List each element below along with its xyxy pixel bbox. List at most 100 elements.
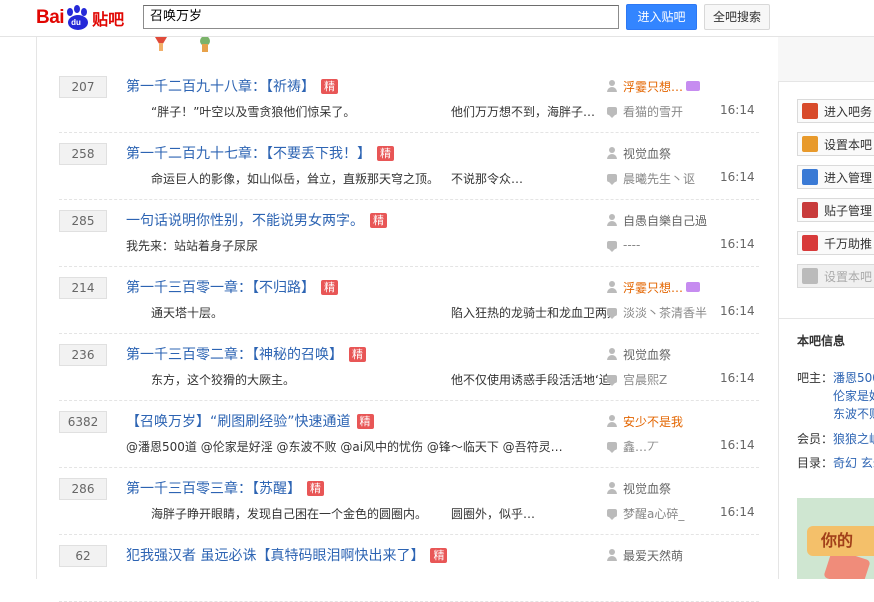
abstract-text-2: 陷入狂热的龙骑士和龙血卫两大军团，以及一众支持… — [451, 306, 611, 320]
thread-title-link[interactable]: 一句话说明你性别，不能说男女两字。 — [126, 210, 364, 230]
thread-abstract: 命运巨人的影像，如山似岳，耸立，直叛那天穹之顶。 不说那令众… — [151, 170, 611, 188]
thread-title-wrap: 【召唤万岁】“刷图刷经验”快速通道精 — [126, 411, 374, 431]
last-replier-link[interactable]: ---- — [623, 238, 640, 252]
thread-abstract — [126, 572, 586, 590]
thread-abstract: 东方，这个狡猾的大厥主。 他不仅使用诱惑手段活活地‘迫死’誓… — [151, 371, 611, 389]
reply-count-badge: 286 — [59, 478, 107, 500]
thread-title-link[interactable]: 第一千三百零一章：【不归路】 — [126, 277, 315, 297]
user-icon — [607, 281, 617, 293]
owner-row: 吧主：潘恩500 — [797, 369, 874, 386]
user-icon — [607, 147, 617, 159]
thread-title-wrap: 第一千三百零三章：【苏醒】精 — [126, 478, 324, 498]
directory-link[interactable]: 奇幻 玄幻 — [833, 456, 874, 470]
owner-link[interactable]: 伦家是好 — [833, 389, 874, 403]
abstract-text-2: 他们万万想不到，海胖子… — [451, 105, 596, 119]
sidebar-button[interactable]: 贴子管理 — [797, 198, 874, 222]
thread-title-link[interactable]: 第一千二百九十七章：【不要丢下我！】 — [126, 143, 371, 163]
search-all-button[interactable]: 全吧搜索 — [704, 4, 770, 30]
abstract-text: 通天塔十层。 — [151, 306, 224, 320]
decoration-icon — [155, 37, 210, 52]
author-link[interactable]: 浮霎只想… — [623, 279, 683, 296]
last-replier-link[interactable]: 晨曦先生丶讴 — [623, 170, 695, 187]
last-reply-time: 16:14 — [720, 304, 755, 318]
author-link[interactable]: 视觉血祭 — [623, 480, 671, 497]
reply-icon — [607, 107, 617, 118]
abstract-text-2: 圆圈外，似乎… — [451, 507, 536, 521]
thread-row[interactable]: 207 第一千二百九十八章：【祈祷】精 “胖子！”叶空以及雪贪狼他们惊呆了。 他们万万… — [59, 66, 759, 133]
manage-icon — [802, 169, 818, 185]
sidebar-top-panel — [778, 37, 874, 82]
owner-link[interactable]: 潘恩500 — [833, 371, 874, 385]
abstract-text-2: 他不仅使用诱惑手段活活地‘迫死’誓… — [451, 373, 611, 387]
last-reply: 宫晨熙Z — [607, 370, 667, 388]
thread-row[interactable]: 286 第一千三百零三章：【苏醒】精海胖子睁开眼睛，发现自己困在一个金色的圆圈内。… — [59, 468, 759, 535]
thread-row[interactable]: 214 第一千三百零一章：【不归路】精通天塔十层。 陷入狂热的龙骑士和龙血卫两大军团… — [59, 267, 759, 334]
last-replier-link[interactable]: 梦醒a心碎_ — [623, 505, 684, 522]
sidebar-button[interactable]: 设置本吧 — [797, 132, 874, 156]
thread-author: 自愚自樂自己過 — [607, 211, 707, 229]
featured-badge: 精 — [307, 480, 324, 496]
owner-link[interactable]: 东波不败 — [833, 407, 874, 421]
last-replier-link[interactable]: 看猫的雪开 — [623, 103, 683, 120]
user-icon — [607, 415, 617, 427]
thread-row[interactable]: 258 第一千二百九十七章：【不要丢下我！】精命运巨人的影像，如山似岳，耸立，直叛… — [59, 133, 759, 200]
featured-badge: 精 — [356, 413, 374, 429]
last-replier-link[interactable]: 淡淡丶茶清香半 — [623, 304, 707, 321]
last-reply: 看猫的雪开 — [607, 102, 683, 120]
thread-title-link[interactable]: 第一千三百零三章：【苏醒】 — [126, 478, 301, 498]
user-icon — [607, 348, 617, 360]
last-replier-link[interactable]: 鑫…丆 — [623, 438, 659, 455]
thread-row[interactable]: 285 一句话说明你性别，不能说男女两字。精我先来：站站着身子尿尿 自愚自樂自己過 -… — [59, 200, 759, 267]
reply-count-badge: 207 — [59, 76, 107, 98]
last-reply: 淡淡丶茶清香半 — [607, 303, 707, 321]
member-row: 会员：狼狼之崛 — [797, 430, 874, 447]
abstract-text: @潘恩500道 @伦家是好淫 @东波不败 @ai风中的忧伤 @锋～临天下 @吾符… — [126, 440, 563, 454]
enter-tieba-button[interactable]: 进入贴吧 — [626, 4, 697, 30]
thread-title-link[interactable]: 第一千三百零二章：【神秘的召唤】 — [126, 344, 343, 364]
promo-banner[interactable]: 你的 — [797, 498, 874, 579]
last-reply: 鑫…丆 — [607, 437, 659, 455]
search-input[interactable]: 召唤万岁 — [143, 5, 619, 29]
thread-author: 最爱天然萌 — [607, 546, 683, 564]
sidebar-button[interactable]: 千万助推 — [797, 231, 874, 255]
sidebar-button-label: 进入管理 — [824, 170, 873, 185]
last-reply: 梦醒a心碎_ — [607, 504, 684, 522]
directory-row: 目录：奇幻 玄幻 — [797, 454, 874, 471]
last-replier-link[interactable]: 宫晨熙Z — [623, 371, 667, 388]
author-link[interactable]: 浮霎只想… — [623, 78, 683, 95]
member-link[interactable]: 狼狼之崛 — [833, 432, 874, 446]
last-reply-time: 16:14 — [720, 237, 755, 251]
abstract-text: 海胖子睁开眼睛，发现自己困在一个金色的圆圈内。 — [151, 507, 428, 521]
thread-row[interactable]: 236 第一千三百零二章：【神秘的召唤】精东方，这个狡猾的大厥主。 他不仅使用诱惑手… — [59, 334, 759, 401]
enter-admin-icon — [802, 103, 818, 119]
author-link[interactable]: 视觉血祭 — [623, 145, 671, 162]
abstract-text: “胖子！”叶空以及雪贪狼他们惊呆了。 — [151, 105, 356, 119]
thread-author: 视觉血祭 — [607, 144, 671, 162]
sidebar-button[interactable]: 进入吧务 — [797, 99, 874, 123]
thread-title-link[interactable]: 犯我强汉者 虽远必诛【真特码眼泪啊快出来了】 — [126, 545, 424, 565]
thread-title-link[interactable]: 【召唤万岁】“刷图刷经验”快速通道 — [126, 411, 351, 431]
featured-badge: 精 — [321, 78, 338, 94]
sidebar-button[interactable]: 设置本吧 — [797, 264, 874, 288]
abstract-text: 我先来：站站着身子尿尿 — [126, 239, 259, 253]
baidu-tieba-logo[interactable]: Bai du 贴吧 — [36, 2, 124, 34]
reply-icon — [607, 174, 617, 185]
sidebar-button[interactable]: 进入管理 — [797, 165, 874, 189]
author-link[interactable]: 视觉血祭 — [623, 346, 671, 363]
last-reply-time: 16:14 — [720, 371, 755, 385]
reply-count-badge: 6382 — [59, 411, 107, 433]
thread-author: 浮霎只想… — [607, 278, 701, 296]
author-link[interactable]: 安少不是我 — [623, 413, 683, 430]
logo-bai-text: Bai — [36, 7, 65, 28]
last-reply-time: 16:14 — [720, 438, 755, 452]
reply-icon — [607, 375, 617, 386]
reply-count-badge: 236 — [59, 344, 107, 366]
thread-title-link[interactable]: 第一千二百九十八章：【祈祷】 — [126, 76, 315, 96]
boost-icon — [802, 235, 818, 251]
author-link[interactable]: 最爱天然萌 — [623, 547, 683, 564]
author-link[interactable]: 自愚自樂自己過 — [623, 212, 707, 229]
settings-icon — [802, 136, 818, 152]
thread-row[interactable]: 6382 【召唤万岁】“刷图刷经验”快速通道精 @潘恩500道 @伦家是好淫 @东波… — [59, 401, 759, 468]
thread-author: 视觉血祭 — [607, 345, 671, 363]
thread-row[interactable]: 62 犯我强汉者 虽远必诛【真特码眼泪啊快出来了】精 最爱天然萌 — [59, 535, 759, 602]
